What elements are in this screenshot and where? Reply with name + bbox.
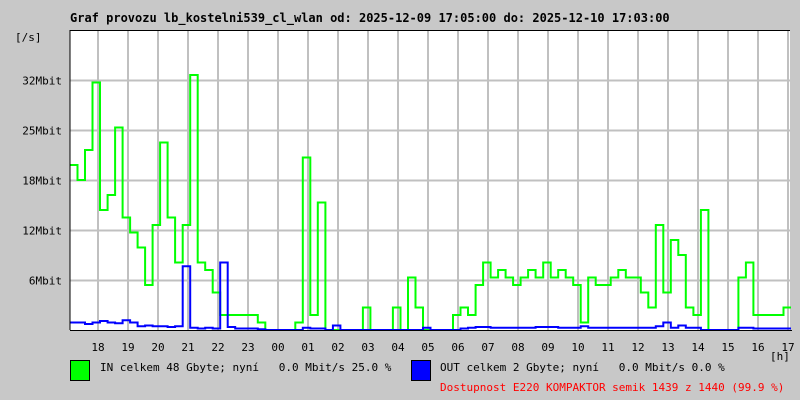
x-tick-label: 17 (781, 341, 794, 354)
x-tick-label: 09 (541, 341, 554, 354)
x-tick-label: 15 (721, 341, 734, 354)
x-tick-label: 20 (151, 341, 164, 354)
y-tick-label: 12Mbit (22, 225, 62, 238)
x-tick-label: 01 (301, 341, 314, 354)
y-tick-label: 32Mbit (22, 75, 62, 88)
legend-out-text: OUT celkem 2 Gbyte; nyní 0.0 Mbit/s 0.0 … (440, 361, 725, 374)
legend-in-text: IN celkem 48 Gbyte; nyní 0.0 Mbit/s 25.0… (100, 361, 392, 374)
availability-text: Dostupnost E220 KOMPAKTOR semik 1439 z 1… (440, 381, 785, 394)
x-tick-label: 11 (601, 341, 614, 354)
y-tick-label: 18Mbit (22, 175, 62, 188)
x-tick-label: 13 (661, 341, 674, 354)
x-tick-label: 22 (211, 341, 224, 354)
legend-in-swatch (70, 360, 90, 381)
x-tick-label: 00 (271, 341, 284, 354)
x-tick-label: 23 (241, 341, 254, 354)
x-tick-label: 02 (331, 341, 344, 354)
x-tick-label: 14 (691, 341, 705, 354)
y-axis-label: [/s] (15, 31, 42, 44)
y-ticks: 6Mbit 12Mbit 18Mbit 25Mbit 32Mbit (22, 75, 62, 288)
x-ticks: 18 19 20 21 22 23 00 01 02 03 04 05 06 07 08 09 10 11 12 13… (91, 341, 794, 354)
x-tick-label: 10 (571, 341, 584, 354)
traffic-chart: Graf provozu lb_kostelni539_cl_wlan od: … (15, 11, 795, 363)
x-tick-label: 19 (121, 341, 134, 354)
y-tick-label: 6Mbit (29, 275, 62, 288)
x-tick-label: 21 (181, 341, 194, 354)
x-tick-label: 06 (451, 341, 464, 354)
x-tick-label: 03 (361, 341, 374, 354)
x-tick-label: 12 (631, 341, 644, 354)
x-tick-label: 16 (751, 341, 764, 354)
x-tick-label: 07 (481, 341, 494, 354)
x-tick-label: 05 (421, 341, 434, 354)
chart-title: Graf provozu lb_kostelni539_cl_wlan od: … (70, 11, 670, 26)
legend-out-swatch (411, 360, 431, 381)
y-tick-label: 25Mbit (22, 125, 62, 138)
x-tick-label: 18 (91, 341, 104, 354)
x-tick-label: 08 (511, 341, 524, 354)
x-tick-label: 04 (391, 341, 405, 354)
